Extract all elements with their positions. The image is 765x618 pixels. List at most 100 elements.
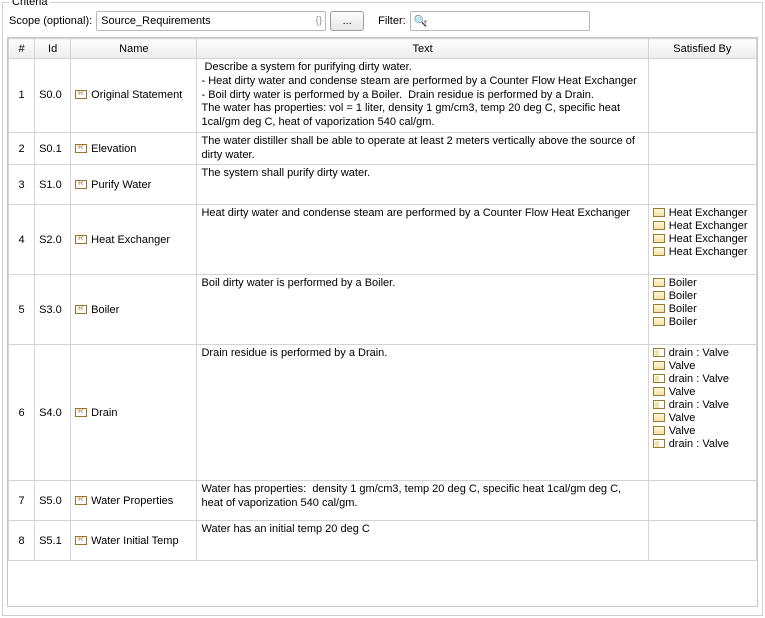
- cell-satisfied: [648, 481, 756, 521]
- cell-id: S1.0: [35, 165, 71, 205]
- cell-text: Water has properties: density 1 gm/cm3, …: [197, 481, 648, 521]
- cell-text: The water distiller shall be able to ope…: [197, 132, 648, 165]
- cell-id: S0.1: [35, 132, 71, 165]
- table-row[interactable]: 1S0.0Original Statement Describe a syste…: [9, 59, 757, 133]
- cell-satisfied: drain : ValveValvedrain : ValveValvedrai…: [648, 345, 756, 481]
- block-icon: [653, 247, 665, 256]
- block-icon: [653, 304, 665, 313]
- satisfied-item[interactable]: Valve: [653, 360, 752, 372]
- block-icon: [653, 221, 665, 230]
- cell-num: 8: [9, 521, 35, 561]
- table-row[interactable]: 7S5.0Water PropertiesWater has propertie…: [9, 481, 757, 521]
- table-row[interactable]: 2S0.1ElevationThe water distiller shall …: [9, 132, 757, 165]
- part-icon: [653, 439, 665, 448]
- cell-num: 4: [9, 205, 35, 275]
- satisfied-item[interactable]: Heat Exchanger: [653, 246, 752, 258]
- part-icon: [653, 400, 665, 409]
- block-icon: [653, 208, 665, 217]
- cell-name: Boiler: [71, 275, 197, 345]
- scope-label: Scope (optional):: [9, 15, 92, 27]
- scope-input[interactable]: [96, 11, 326, 31]
- requirement-icon: [75, 180, 87, 189]
- cell-satisfied: [648, 521, 756, 561]
- satisfied-item[interactable]: drain : Valve: [653, 438, 752, 450]
- cell-name: Water Initial Temp: [71, 521, 197, 561]
- block-icon: [653, 278, 665, 287]
- col-header-num[interactable]: #: [9, 39, 35, 59]
- cell-name: Heat Exchanger: [71, 205, 197, 275]
- filter-label: Filter:: [378, 15, 406, 27]
- requirement-icon: [75, 496, 87, 505]
- col-header-id[interactable]: Id: [35, 39, 71, 59]
- cell-text: Boil dirty water is performed by a Boile…: [197, 275, 648, 345]
- satisfied-item[interactable]: Boiler: [653, 277, 752, 289]
- requirement-icon: [75, 305, 87, 314]
- requirement-icon: [75, 235, 87, 244]
- cell-text: Describe a system for purifying dirty wa…: [197, 59, 648, 133]
- cell-id: S2.0: [35, 205, 71, 275]
- satisfied-item[interactable]: Valve: [653, 425, 752, 437]
- col-header-name[interactable]: Name: [71, 39, 197, 59]
- group-title: Criteria: [9, 0, 50, 8]
- criteria-group: Criteria Scope (optional): {} ... Filter…: [2, 2, 763, 616]
- cell-text: Drain residue is performed by a Drain.: [197, 345, 648, 481]
- cell-num: 1: [9, 59, 35, 133]
- block-icon: [653, 387, 665, 396]
- satisfied-item[interactable]: Heat Exchanger: [653, 233, 752, 245]
- cell-name: Original Statement: [71, 59, 197, 133]
- filter-input[interactable]: [410, 11, 590, 31]
- cell-num: 6: [9, 345, 35, 481]
- table-row[interactable]: 5S3.0BoilerBoil dirty water is performed…: [9, 275, 757, 345]
- requirement-icon: [75, 144, 87, 153]
- satisfied-item[interactable]: Boiler: [653, 290, 752, 302]
- satisfied-item[interactable]: Valve: [653, 386, 752, 398]
- satisfied-item[interactable]: drain : Valve: [653, 399, 752, 411]
- cell-id: S3.0: [35, 275, 71, 345]
- cell-satisfied: [648, 132, 756, 165]
- cell-id: S4.0: [35, 345, 71, 481]
- block-icon: [653, 426, 665, 435]
- satisfied-item[interactable]: drain : Valve: [653, 347, 752, 359]
- part-icon: [653, 374, 665, 383]
- requirement-icon: [75, 408, 87, 417]
- block-icon: [653, 361, 665, 370]
- table-row[interactable]: 6S4.0DrainDrain residue is performed by …: [9, 345, 757, 481]
- block-icon: [653, 234, 665, 243]
- cell-num: 5: [9, 275, 35, 345]
- block-icon: [653, 413, 665, 422]
- cell-id: S5.0: [35, 481, 71, 521]
- cell-name: Purify Water: [71, 165, 197, 205]
- cell-text: The system shall purify dirty water.: [197, 165, 648, 205]
- block-icon: [653, 317, 665, 326]
- cell-satisfied: [648, 59, 756, 133]
- toolbar: Scope (optional): {} ... Filter: 🔍 ▾: [7, 9, 758, 37]
- satisfied-item[interactable]: Heat Exchanger: [653, 220, 752, 232]
- cell-num: 2: [9, 132, 35, 165]
- table-row[interactable]: 3S1.0Purify WaterThe system shall purify…: [9, 165, 757, 205]
- table-header-row: # Id Name Text Satisfied By: [9, 39, 757, 59]
- requirement-icon: [75, 90, 87, 99]
- col-header-text[interactable]: Text: [197, 39, 648, 59]
- satisfied-item[interactable]: Heat Exchanger: [653, 207, 752, 219]
- cell-id: S5.1: [35, 521, 71, 561]
- cell-name: Drain: [71, 345, 197, 481]
- criteria-table: # Id Name Text Satisfied By 1S0.0Origina…: [8, 38, 757, 561]
- satisfied-item[interactable]: Boiler: [653, 303, 752, 315]
- cell-satisfied: Heat ExchangerHeat ExchangerHeat Exchang…: [648, 205, 756, 275]
- cell-satisfied: [648, 165, 756, 205]
- cell-num: 3: [9, 165, 35, 205]
- satisfied-item[interactable]: Boiler: [653, 316, 752, 328]
- satisfied-item[interactable]: Valve: [653, 412, 752, 424]
- satisfied-item[interactable]: drain : Valve: [653, 373, 752, 385]
- cell-text: Heat dirty water and condense steam are …: [197, 205, 648, 275]
- col-header-satisfied[interactable]: Satisfied By: [648, 39, 756, 59]
- cell-name: Water Properties: [71, 481, 197, 521]
- scope-browse-button[interactable]: ...: [330, 11, 364, 31]
- cell-num: 7: [9, 481, 35, 521]
- table-row[interactable]: 4S2.0Heat ExchangerHeat dirty water and …: [9, 205, 757, 275]
- table-row[interactable]: 8S5.1Water Initial TempWater has an init…: [9, 521, 757, 561]
- criteria-table-wrap: # Id Name Text Satisfied By 1S0.0Origina…: [7, 37, 758, 607]
- cell-satisfied: BoilerBoilerBoilerBoiler: [648, 275, 756, 345]
- cell-name: Elevation: [71, 132, 197, 165]
- cell-text: Water has an initial temp 20 deg C: [197, 521, 648, 561]
